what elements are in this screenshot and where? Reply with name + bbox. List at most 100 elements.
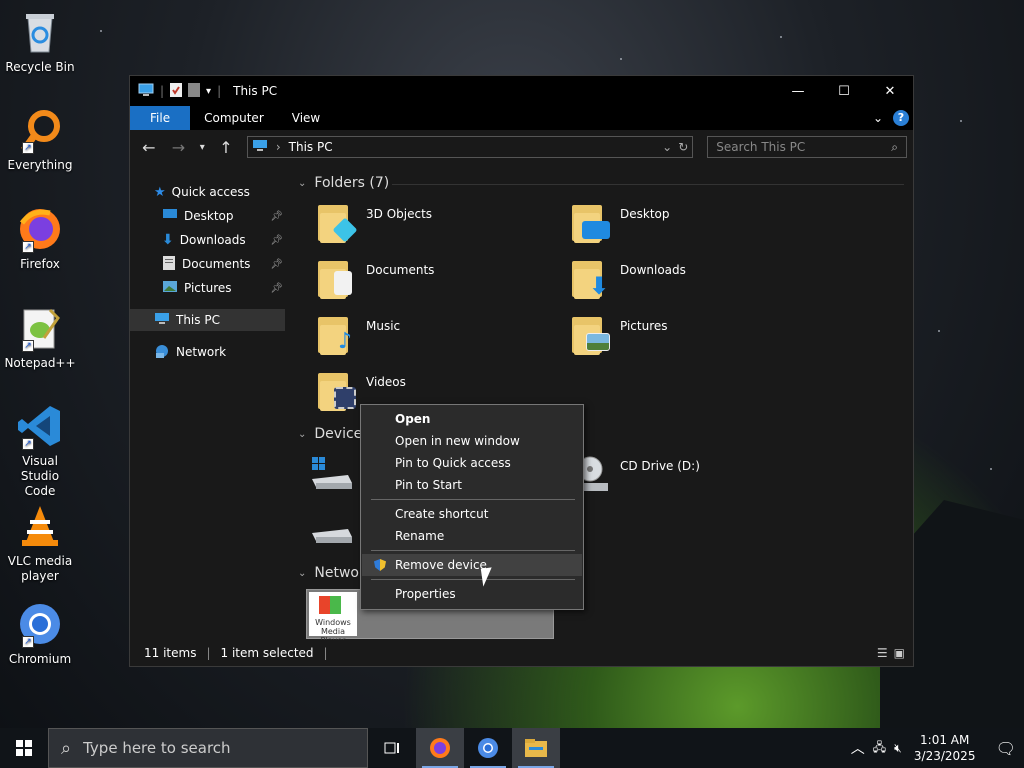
volume-muted-icon[interactable]: 🔇︎ xyxy=(894,741,902,756)
group-title: Folders (7) xyxy=(314,175,390,191)
desktop-icon-everything[interactable]: ↗ Everything xyxy=(4,106,76,173)
context-menu: Open Open in new window Pin to Quick acc… xyxy=(360,404,584,610)
folder-desktop[interactable]: Desktop xyxy=(568,201,670,253)
folder-documents[interactable]: Documents xyxy=(314,257,434,309)
folder-label: Desktop xyxy=(620,207,670,221)
menu-item-open-new-window[interactable]: Open in new window xyxy=(362,430,582,452)
nav-documents[interactable]: Documents 📌︎ xyxy=(162,253,287,275)
folder-music[interactable]: ♪ Music xyxy=(314,313,400,365)
start-button[interactable] xyxy=(0,728,48,768)
taskbar-firefox[interactable] xyxy=(416,728,464,768)
taskbar-file-explorer[interactable] xyxy=(512,728,560,768)
shortcut-arrow-icon: ↗ xyxy=(22,241,34,253)
desktop-icon-vlc[interactable]: VLC media player xyxy=(4,502,76,584)
nav-network[interactable]: Network xyxy=(154,341,309,363)
windows-start-icon xyxy=(16,740,32,756)
expand-ribbon-icon[interactable]: ⌄ xyxy=(873,111,883,125)
folder-label: Documents xyxy=(366,263,435,277)
desktop-icon-label: Visual Studio Code xyxy=(20,454,60,498)
action-center-icon[interactable]: 🗨︎ xyxy=(988,739,1016,758)
desktop-icon-firefox[interactable]: ↗ Firefox xyxy=(4,205,76,272)
this-pc-icon xyxy=(138,83,154,100)
customize-qat-icon[interactable]: ▾ xyxy=(206,86,211,97)
desktop-icon-vscode[interactable]: ↗ Visual Studio Code xyxy=(4,402,76,499)
device-cd-drive[interactable]: CD Drive (D:) xyxy=(568,453,700,505)
large-icons-view-icon[interactable]: ▣ xyxy=(894,646,905,660)
shortcut-arrow-icon: ↗ xyxy=(22,438,34,450)
taskbar-search-box[interactable]: ⌕ Type here to search xyxy=(48,728,368,768)
back-button[interactable]: ← xyxy=(136,138,162,157)
tab-computer[interactable]: Computer xyxy=(190,106,278,130)
menu-item-rename[interactable]: Rename xyxy=(362,525,582,547)
windows-logo-icon xyxy=(319,596,341,614)
nav-label: Quick access xyxy=(171,185,250,199)
task-view-icon xyxy=(384,742,399,754)
device-drive-2[interactable] xyxy=(310,513,354,565)
recent-locations-icon[interactable]: ▾ xyxy=(195,142,209,153)
menu-item-create-shortcut[interactable]: Create shortcut xyxy=(362,503,582,525)
group-header-devices[interactable]: ⌄ Devices xyxy=(298,426,370,442)
status-divider: | xyxy=(323,646,328,660)
show-hidden-icons-icon[interactable]: ︿ xyxy=(851,738,865,758)
clock[interactable]: 1:01 AM 3/23/2025 xyxy=(910,732,980,764)
up-button[interactable]: ↑ xyxy=(213,138,239,157)
taskbar-chromium[interactable] xyxy=(464,728,512,768)
nav-downloads[interactable]: ⬇ Downloads 📌︎ xyxy=(162,229,287,251)
folder-label: Videos xyxy=(366,375,406,389)
shortcut-arrow-icon: ↗ xyxy=(22,636,34,648)
group-header-folders[interactable]: ⌄ Folders (7) xyxy=(298,175,389,191)
properties-quick-icon[interactable] xyxy=(170,82,183,100)
folder-pictures[interactable]: Pictures xyxy=(568,313,668,365)
device-label: CD Drive (D:) xyxy=(620,459,700,473)
documents-folder-icon xyxy=(314,257,358,301)
minimize-button[interactable]: — xyxy=(775,76,821,106)
address-dropdown-icon[interactable]: ⌄ xyxy=(662,140,672,154)
close-button[interactable]: ✕ xyxy=(867,76,913,106)
status-bar: 11 items | 1 item selected | ☰ ▣ xyxy=(130,640,913,666)
menu-item-open[interactable]: Open xyxy=(362,408,582,430)
new-folder-quick-icon[interactable] xyxy=(188,82,201,100)
taskbar-search-input[interactable]: Type here to search xyxy=(83,739,230,757)
refresh-icon[interactable]: ↻ xyxy=(678,140,688,154)
breadcrumb-this-pc[interactable]: This PC xyxy=(289,140,333,154)
help-icon[interactable]: ? xyxy=(893,110,909,126)
menu-item-properties[interactable]: Properties xyxy=(362,583,582,605)
nav-this-pc[interactable]: This PC xyxy=(130,309,285,331)
maximize-button[interactable]: ☐ xyxy=(821,76,867,106)
desktop-icon-recycle-bin[interactable]: Recycle Bin xyxy=(4,8,76,75)
tab-view[interactable]: View xyxy=(278,106,334,130)
folder-label: 3D Objects xyxy=(366,207,433,221)
folder-downloads[interactable]: ⬇ Downloads xyxy=(568,257,686,309)
collapse-chevron-icon[interactable]: ⌄ xyxy=(298,178,306,189)
nav-desktop[interactable]: Desktop 📌︎ xyxy=(162,205,287,227)
network-status-icon[interactable]: 🖧︎ xyxy=(873,738,886,759)
menu-item-pin-quick-access[interactable]: Pin to Quick access xyxy=(362,452,582,474)
details-view-icon[interactable]: ☰ xyxy=(877,646,888,660)
nav-pictures[interactable]: Pictures 📌︎ xyxy=(162,277,287,299)
menu-item-pin-start[interactable]: Pin to Start xyxy=(362,474,582,496)
drive-icon xyxy=(310,513,354,557)
clock-time: 1:01 AM xyxy=(920,733,970,747)
folder-3d-objects[interactable]: 3D Objects xyxy=(314,201,432,253)
shortcut-arrow-icon: ↗ xyxy=(22,142,34,154)
menu-item-remove-device[interactable]: Remove device xyxy=(362,554,582,576)
desktop-icon-chromium[interactable]: ↗ Chromium xyxy=(4,600,76,667)
vscode-icon: ↗ xyxy=(16,402,64,450)
desktop-icon-label: Firefox xyxy=(20,257,60,271)
collapse-chevron-icon[interactable]: ⌄ xyxy=(298,568,306,579)
address-bar[interactable]: › This PC ⌄ ↻ xyxy=(246,136,694,158)
pin-icon: 📌︎ xyxy=(270,234,283,246)
task-view-button[interactable] xyxy=(368,728,416,768)
nav-label: Network xyxy=(176,345,227,359)
device-local-disk-c[interactable] xyxy=(310,453,354,505)
collapse-chevron-icon[interactable]: ⌄ xyxy=(298,429,306,440)
system-drive-icon xyxy=(310,453,354,497)
forward-button[interactable]: → xyxy=(166,138,192,157)
search-input[interactable]: Search This PC xyxy=(716,140,805,154)
tab-file[interactable]: File xyxy=(130,106,191,130)
nav-quick-access[interactable]: ★ Quick access xyxy=(154,181,309,203)
search-box[interactable]: Search This PC ⌕ xyxy=(707,136,907,158)
desktop-icon-notepad-plus-plus[interactable]: ↗ Notepad++ xyxy=(4,304,76,371)
nav-label: This PC xyxy=(176,313,220,327)
search-icon: ⌕ xyxy=(891,139,898,154)
